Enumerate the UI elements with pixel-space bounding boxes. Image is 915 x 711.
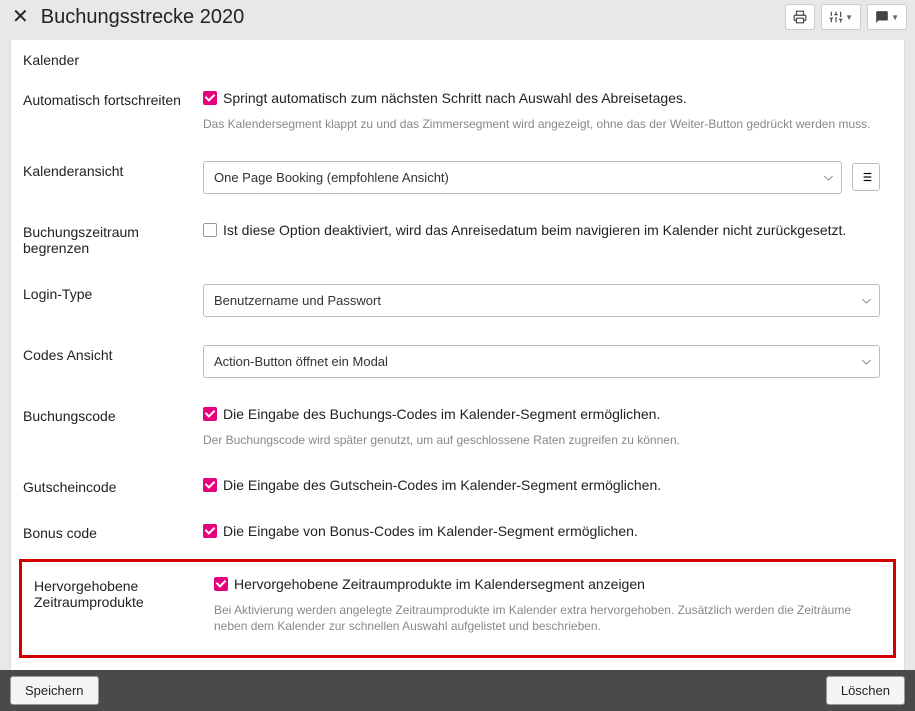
page-title: Buchungsstrecke 2020 [41, 6, 244, 29]
print-button[interactable] [785, 4, 815, 30]
field-control: Springt automatisch zum nächsten Schritt… [203, 90, 892, 133]
close-icon[interactable]: ✕ [12, 7, 29, 27]
field-control: Benutzername und Passwort ⌵ [203, 284, 892, 317]
field-voucher-code: Gutscheincode Die Eingabe des Gutschein-… [11, 463, 904, 509]
field-label: Login-Type [23, 284, 203, 317]
highlighted-section: Hervorgehobene Zeitraumprodukte Hervorge… [19, 559, 896, 659]
select-row: One Page Booking (empfohlene Ansicht) ⌵ [203, 161, 880, 194]
select-value: One Page Booking (empfohlene Ansicht) [214, 170, 449, 185]
checkbox-line: Springt automatisch zum nächsten Schritt… [203, 90, 880, 106]
select-value: Action-Button öffnet ein Modal [214, 354, 388, 369]
print-icon [793, 10, 807, 24]
field-highlighted-products: Hervorgehobene Zeitraumprodukte Hervorge… [26, 572, 889, 640]
list-icon [859, 170, 873, 184]
chevron-down-icon: ▼ [845, 13, 853, 22]
chevron-down-icon: ⌵ [862, 293, 871, 308]
field-calendar-view: Kalenderansicht One Page Booking (empfoh… [11, 147, 904, 208]
delete-button[interactable]: Löschen [826, 676, 905, 705]
checkbox-label: Ist diese Option deaktiviert, wird das A… [223, 222, 846, 238]
checkbox-line: Hervorgehobene Zeitraumprodukte im Kalen… [214, 576, 869, 592]
field-login-type: Login-Type Benutzername und Passwort ⌵ [11, 270, 904, 331]
sliders-icon [829, 10, 843, 24]
field-label: Bonus code [23, 523, 203, 541]
header-left: ✕ Buchungsstrecke 2020 [12, 6, 244, 29]
calendar-view-addon-button[interactable] [852, 163, 880, 191]
auto-advance-checkbox[interactable] [203, 91, 217, 105]
codes-view-select[interactable]: Action-Button öffnet ein Modal ⌵ [203, 345, 880, 378]
field-auto-advance: Automatisch fortschreiten Springt automa… [11, 76, 904, 147]
help-text: Das Kalendersegment klappt zu und das Zi… [203, 116, 880, 133]
limit-period-checkbox[interactable] [203, 223, 217, 237]
field-codes-view: Codes Ansicht Action-Button öffnet ein M… [11, 331, 904, 392]
booking-code-checkbox[interactable] [203, 407, 217, 421]
field-booking-code: Buchungscode Die Eingabe des Buchungs-Co… [11, 392, 904, 463]
comment-button[interactable]: ▼ [867, 4, 907, 30]
content-panel: Kalender Automatisch fortschreiten Sprin… [10, 40, 905, 672]
speech-bubble-icon [875, 10, 889, 24]
help-text: Bei Aktivierung werden angelegte Zeitrau… [214, 602, 869, 636]
footer: Speichern Löschen [0, 670, 915, 711]
checkbox-label: Springt automatisch zum nächsten Schritt… [223, 90, 687, 106]
checkbox-label: Die Eingabe von Bonus-Codes im Kalender-… [223, 523, 638, 539]
checkbox-label: Hervorgehobene Zeitraumprodukte im Kalen… [234, 576, 645, 592]
field-limit-period: Buchungszeitraum begrenzen Ist diese Opt… [11, 208, 904, 270]
field-control: Action-Button öffnet ein Modal ⌵ [203, 345, 892, 378]
field-label: Buchungszeitraum begrenzen [23, 222, 203, 256]
select-value: Benutzername und Passwort [214, 293, 381, 308]
header-toolbar: ▼ ▼ [785, 4, 907, 30]
field-label: Buchungscode [23, 406, 203, 449]
field-control: Ist diese Option deaktiviert, wird das A… [203, 222, 892, 256]
header: ✕ Buchungsstrecke 2020 ▼ ▼ [0, 0, 915, 40]
field-control: One Page Booking (empfohlene Ansicht) ⌵ [203, 161, 892, 194]
chevron-down-icon: ⌵ [824, 170, 833, 185]
field-control: Hervorgehobene Zeitraumprodukte im Kalen… [214, 576, 881, 636]
highlighted-products-checkbox[interactable] [214, 577, 228, 591]
checkbox-label: Die Eingabe des Gutschein-Codes im Kalen… [223, 477, 661, 493]
section-title: Kalender [11, 52, 904, 76]
field-label: Gutscheincode [23, 477, 203, 495]
field-label: Automatisch fortschreiten [23, 90, 203, 133]
field-bonus-code: Bonus code Die Eingabe von Bonus-Codes i… [11, 509, 904, 555]
field-label: Codes Ansicht [23, 345, 203, 378]
help-text: Der Buchungscode wird später genutzt, um… [203, 432, 880, 449]
login-type-select[interactable]: Benutzername und Passwort ⌵ [203, 284, 880, 317]
bonus-code-checkbox[interactable] [203, 524, 217, 538]
checkbox-line: Die Eingabe des Gutschein-Codes im Kalen… [203, 477, 880, 493]
checkbox-label: Die Eingabe des Buchungs-Codes im Kalend… [223, 406, 660, 422]
field-control: Die Eingabe von Bonus-Codes im Kalender-… [203, 523, 892, 541]
checkbox-line: Ist diese Option deaktiviert, wird das A… [203, 222, 880, 238]
settings-button[interactable]: ▼ [821, 4, 861, 30]
checkbox-line: Die Eingabe von Bonus-Codes im Kalender-… [203, 523, 880, 539]
chevron-down-icon: ▼ [891, 13, 899, 22]
voucher-code-checkbox[interactable] [203, 478, 217, 492]
checkbox-line: Die Eingabe des Buchungs-Codes im Kalend… [203, 406, 880, 422]
field-control: Die Eingabe des Buchungs-Codes im Kalend… [203, 406, 892, 449]
chevron-down-icon: ⌵ [862, 354, 871, 369]
field-label: Hervorgehobene Zeitraumprodukte [34, 576, 214, 636]
field-control: Die Eingabe des Gutschein-Codes im Kalen… [203, 477, 892, 495]
field-label: Kalenderansicht [23, 161, 203, 194]
calendar-view-select[interactable]: One Page Booking (empfohlene Ansicht) ⌵ [203, 161, 842, 194]
save-button[interactable]: Speichern [10, 676, 99, 705]
